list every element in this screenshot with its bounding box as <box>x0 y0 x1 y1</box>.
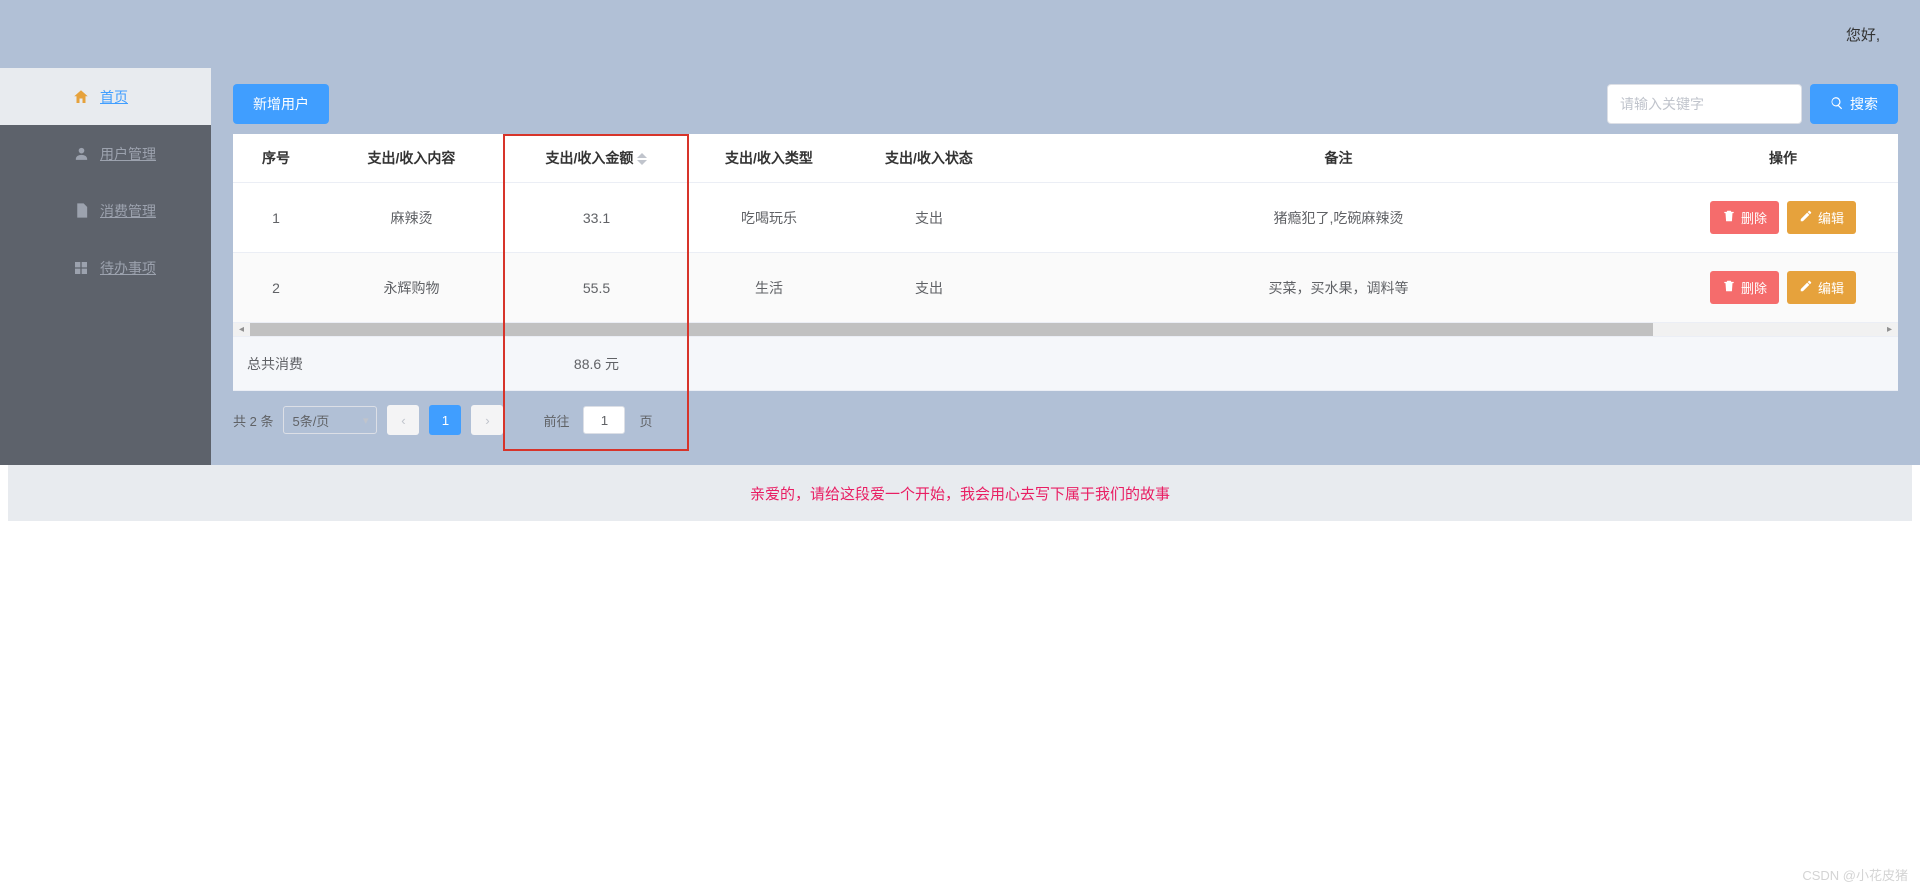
horizontal-scrollbar[interactable]: ◂ ▸ <box>233 323 1898 337</box>
col-amount[interactable]: 支出/收入金额 <box>504 134 689 183</box>
sidebar-item-label: 用户管理 <box>100 144 156 164</box>
sidebar-item-label: 首页 <box>100 87 128 107</box>
cell-remark: 猪瘾犯了,吃碗麻辣烫 <box>1009 183 1668 253</box>
pagination: 共 2 条 5条/页 ▾ ‹ 1 › 前往 页 <box>233 391 1898 449</box>
home-icon <box>72 88 90 106</box>
user-icon <box>72 145 90 163</box>
chevron-right-icon: › <box>485 413 489 428</box>
col-content: 支出/收入内容 <box>319 134 504 183</box>
page-next-button[interactable]: › <box>471 405 503 435</box>
summary-row: 总共消费 88.6 元 <box>233 337 1898 391</box>
col-status: 支出/收入状态 <box>849 134 1009 183</box>
cell-type: 吃喝玩乐 <box>689 183 849 253</box>
col-type: 支出/收入类型 <box>689 134 849 183</box>
pagination-total: 共 2 条 <box>233 411 273 430</box>
sidebar-item-todo[interactable]: 待办事项 <box>0 239 211 296</box>
trash-icon <box>1722 279 1736 296</box>
chevron-down-icon: ▾ <box>363 414 369 427</box>
goto-suffix: 页 <box>639 411 652 430</box>
page-prev-button[interactable]: ‹ <box>387 405 419 435</box>
sort-icon <box>637 153 647 165</box>
sidebar-item-users[interactable]: 用户管理 <box>0 125 211 182</box>
sidebar-item-home[interactable]: 首页 <box>0 68 211 125</box>
grid-icon <box>72 259 90 277</box>
cell-content: 麻辣烫 <box>319 183 504 253</box>
table-header-row: 序号 支出/收入内容 支出/收入金额 支出/收入类型 支出/收入状态 备注 操作 <box>233 134 1898 183</box>
page-size-select[interactable]: 5条/页 ▾ <box>283 406 377 434</box>
expense-table: 序号 支出/收入内容 支出/收入金额 支出/收入类型 支出/收入状态 备注 操作… <box>233 134 1898 323</box>
table-row: 2 永辉购物 55.5 生活 支出 买菜，买水果，调料等 删除 编辑 <box>233 253 1898 323</box>
cell-index: 1 <box>233 183 319 253</box>
edit-icon <box>1799 209 1813 226</box>
scroll-thumb[interactable] <box>250 323 1653 336</box>
app-header: 您好, <box>0 0 1920 68</box>
search-icon <box>1830 96 1844 113</box>
cell-type: 生活 <box>689 253 849 323</box>
search-input[interactable] <box>1607 84 1802 124</box>
trash-icon <box>1722 209 1736 226</box>
cell-op: 删除 编辑 <box>1668 183 1898 253</box>
cell-remark: 买菜，买水果，调料等 <box>1009 253 1668 323</box>
doc-icon <box>72 202 90 220</box>
watermark: CSDN @小花皮猪 <box>1802 865 1908 884</box>
col-remark: 备注 <box>1009 134 1668 183</box>
col-op: 操作 <box>1668 134 1898 183</box>
footer-message: 亲爱的，请给这段爱一个开始，我会用心去写下属于我们的故事 <box>750 483 1170 504</box>
summary-value: 88.6 元 <box>504 354 689 374</box>
page-size-label: 5条/页 <box>292 411 329 430</box>
sidebar-item-expense[interactable]: 消费管理 <box>0 182 211 239</box>
footer: 亲爱的，请给这段爱一个开始，我会用心去写下属于我们的故事 <box>8 465 1912 521</box>
scroll-left-icon[interactable]: ◂ <box>233 323 250 337</box>
delete-button[interactable]: 删除 <box>1710 271 1779 304</box>
goto-prefix: 前往 <box>543 411 569 430</box>
cell-op: 删除 编辑 <box>1668 253 1898 323</box>
cell-status: 支出 <box>849 183 1009 253</box>
edit-button[interactable]: 编辑 <box>1787 201 1856 234</box>
sidebar-item-label: 待办事项 <box>100 258 156 278</box>
cell-content: 永辉购物 <box>319 253 504 323</box>
table-row: 1 麻辣烫 33.1 吃喝玩乐 支出 猪瘾犯了,吃碗麻辣烫 删除 编辑 <box>233 183 1898 253</box>
col-index: 序号 <box>233 134 319 183</box>
cell-amount: 33.1 <box>504 183 689 253</box>
add-user-button[interactable]: 新增用户 <box>233 84 329 124</box>
page-jump-input[interactable] <box>583 406 625 434</box>
cell-status: 支出 <box>849 253 1009 323</box>
summary-label: 总共消费 <box>233 354 319 374</box>
chevron-left-icon: ‹ <box>401 413 405 428</box>
sidebar: 首页 用户管理 消费管理 待办事项 <box>0 68 211 465</box>
scroll-right-icon[interactable]: ▸ <box>1881 323 1898 337</box>
sidebar-item-label: 消费管理 <box>100 201 156 221</box>
edit-icon <box>1799 279 1813 296</box>
delete-button[interactable]: 删除 <box>1710 201 1779 234</box>
search-button-label: 搜索 <box>1850 94 1878 114</box>
page-number-button[interactable]: 1 <box>429 405 461 435</box>
cell-amount: 55.5 <box>504 253 689 323</box>
cell-index: 2 <box>233 253 319 323</box>
greeting-text: 您好, <box>1846 24 1880 45</box>
search-button[interactable]: 搜索 <box>1810 84 1898 124</box>
main-content: 新增用户 搜索 序号 支出/收入内容 支出/收入金额 <box>211 68 1920 465</box>
edit-button[interactable]: 编辑 <box>1787 271 1856 304</box>
